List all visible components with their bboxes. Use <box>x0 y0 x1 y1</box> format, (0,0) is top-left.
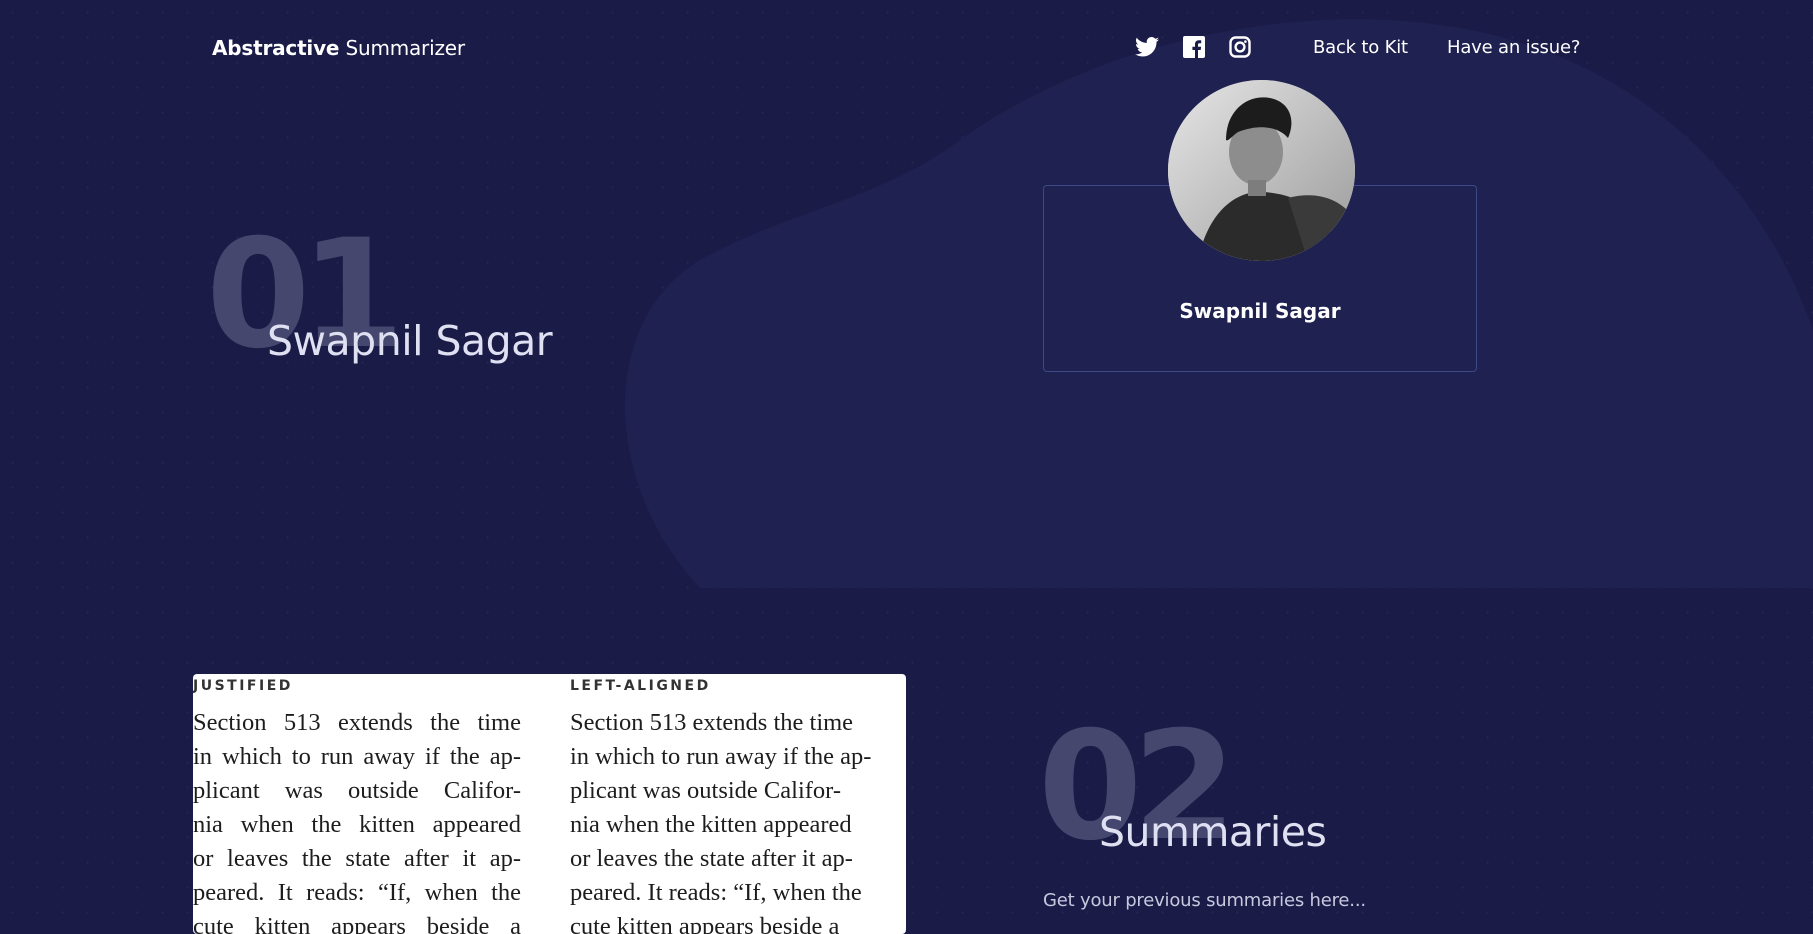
brand-light: Summarizer <box>345 36 465 60</box>
left-aligned-heading: LEFT-ALIGNED <box>570 678 711 694</box>
text-line: or leaves the state after it ap- <box>570 845 853 872</box>
left-aligned-column: LEFT-ALIGNED Section 513 extends the tim… <box>570 674 900 934</box>
twitter-icon[interactable] <box>1134 34 1160 60</box>
brand-bold: Abstractive <box>212 36 340 60</box>
justified-heading: JUSTIFIED <box>193 678 293 694</box>
text-line: peared. It reads: “If, when the <box>193 879 521 906</box>
text-line: cute kitten appears beside a <box>570 913 840 934</box>
summaries-subtitle: Get your previous summaries here... <box>1043 890 1366 911</box>
brand-logo[interactable]: Abstractive Summarizer <box>212 36 465 60</box>
text-line: Section 513 extends the time <box>193 709 521 736</box>
text-line: or leaves the state after it ap- <box>193 845 521 872</box>
justified-column: JUSTIFIED Section 513 extends the time i… <box>193 674 521 934</box>
text-line: Section 513 extends the time <box>570 709 854 736</box>
text-line: nia when the kitten appeared <box>570 811 852 838</box>
facebook-icon[interactable] <box>1181 34 1207 60</box>
text-line: peared. It reads: “If, when the <box>570 879 862 906</box>
text-line: in which to run away if the ap- <box>570 743 872 770</box>
text-line: plicant was outside Califor- <box>193 777 521 804</box>
instagram-icon[interactable] <box>1227 34 1253 60</box>
profile-name: Swapnil Sagar <box>1179 299 1341 323</box>
text-line: plicant was outside Califor- <box>570 777 841 804</box>
text-line: in which to run away if the ap- <box>193 743 521 770</box>
back-to-kit-link[interactable]: Back to Kit <box>1313 37 1408 58</box>
text-line: nia when the kitten appeared <box>193 811 521 838</box>
section-title-summaries: Summaries <box>1099 808 1327 856</box>
avatar <box>1168 80 1355 261</box>
typography-sample-image: JUSTIFIED Section 513 extends the time i… <box>193 674 906 934</box>
have-an-issue-link[interactable]: Have an issue? <box>1447 37 1580 58</box>
text-line: cute kitten appears beside a <box>193 913 521 934</box>
section-title-profile: Swapnil Sagar <box>267 317 553 365</box>
